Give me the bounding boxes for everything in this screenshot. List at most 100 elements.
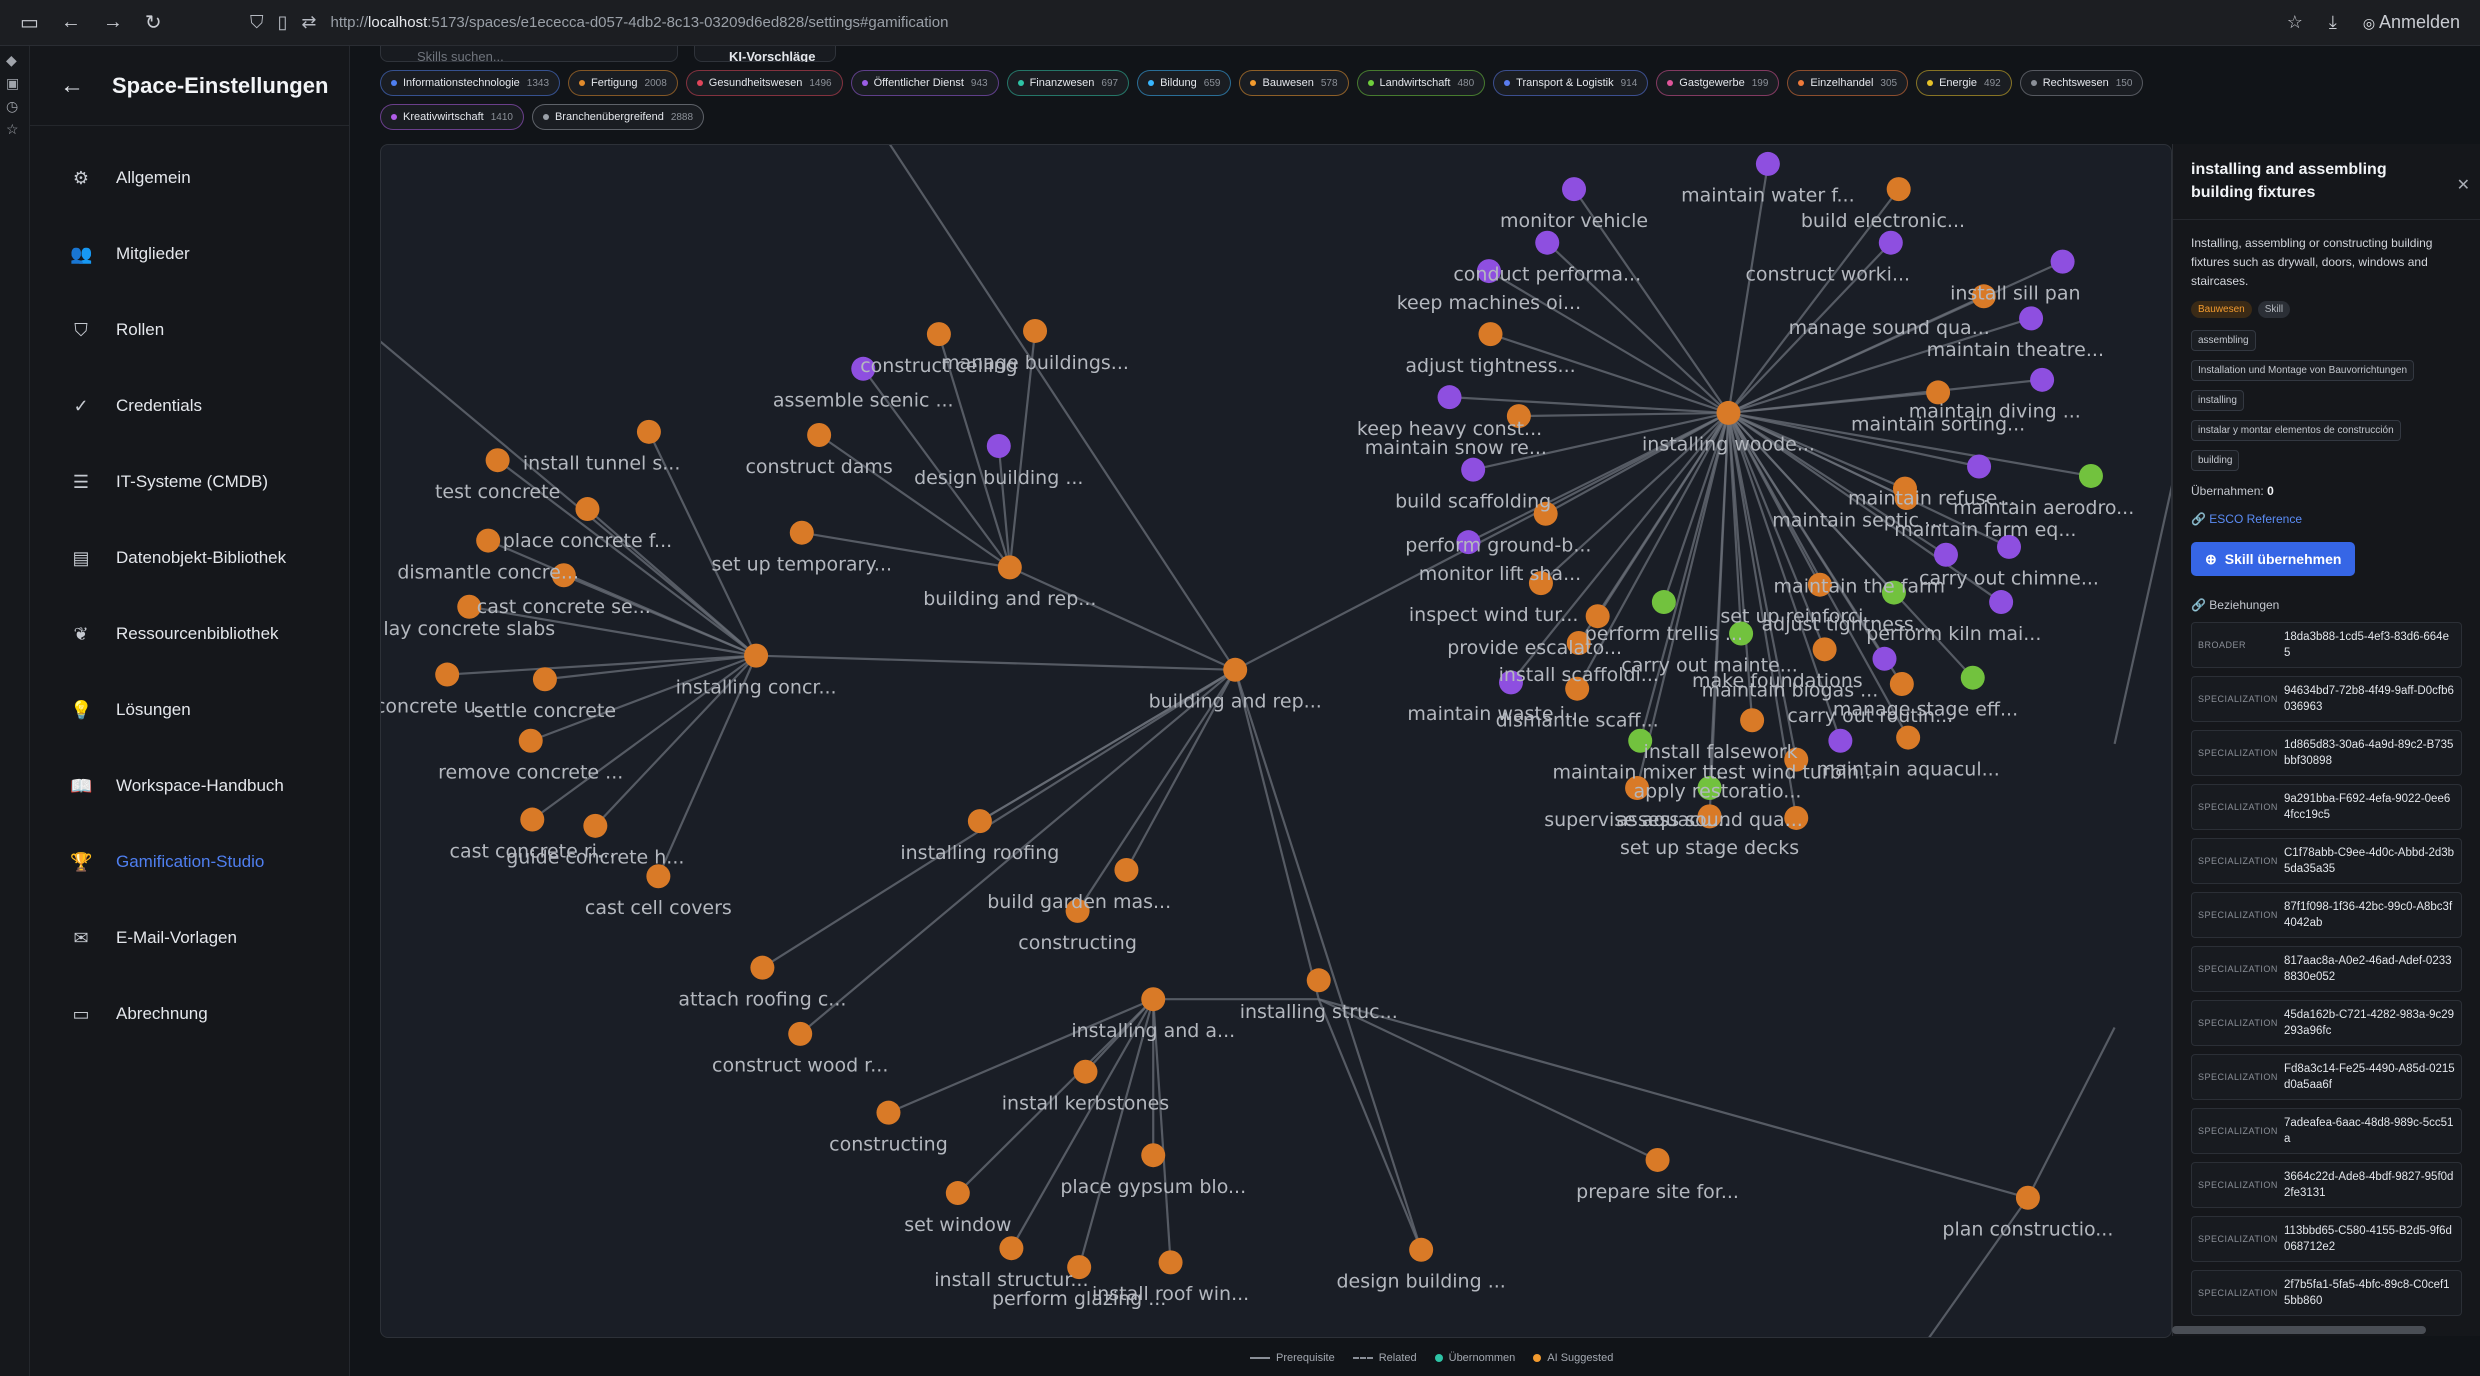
url-text[interactable]: http://localhost:5173/spaces/e1ececca-d0… <box>331 14 949 31</box>
skill-node[interactable] <box>999 1236 1024 1261</box>
skill-node[interactable] <box>518 728 543 753</box>
skill-node[interactable] <box>1872 646 1897 671</box>
category-chip[interactable]: Landwirtschaft 480 <box>1356 70 1486 96</box>
account-button[interactable]: ◎ Anmelden <box>2363 12 2460 33</box>
skill-node[interactable] <box>926 322 951 347</box>
skill-node[interactable] <box>1933 542 1958 567</box>
skill-node[interactable] <box>1967 454 1992 479</box>
skill-node[interactable] <box>744 643 769 668</box>
skill-node[interactable] <box>750 955 775 980</box>
skill-node[interactable] <box>1478 322 1503 347</box>
sidebar-item-ressourcenbibliothek[interactable]: ❦ Ressourcenbibliothek <box>30 596 349 672</box>
skill-node[interactable] <box>2015 1185 2040 1210</box>
skill-node[interactable] <box>1562 177 1587 202</box>
skill-node[interactable] <box>1535 230 1560 255</box>
relation-row[interactable]: SPECIALIZATION 87f1f098-1f36-42bc-99c0-A8… <box>2191 892 2462 938</box>
relation-row[interactable]: SPECIALIZATION 3664c22d-Ade8-4bdf-9827-95… <box>2191 1162 2462 1208</box>
skill-node[interactable] <box>476 528 501 553</box>
skill-node[interactable] <box>1409 1237 1434 1262</box>
skill-node[interactable] <box>1960 665 1985 690</box>
skill-node[interactable] <box>1223 657 1248 682</box>
category-chip[interactable]: Finanzwesen 697 <box>1006 70 1130 96</box>
skill-node[interactable] <box>1073 1059 1098 1084</box>
bookmark-star-icon[interactable]: ☆ <box>2287 12 2303 33</box>
skill-node[interactable] <box>1878 230 1903 255</box>
sidebar-item-it-systeme-cmdb-[interactable]: ☰ IT-Systeme (CMDB) <box>30 444 349 520</box>
category-chip[interactable]: Gastgewerbe 199 <box>1656 70 1780 96</box>
skill-node[interactable] <box>583 813 608 838</box>
relation-row[interactable]: SPECIALIZATION Fd8a3c14-Fe25-4490-A85d-02… <box>2191 1054 2462 1100</box>
skill-node[interactable] <box>2078 463 2103 488</box>
skill-node[interactable] <box>1114 857 1139 882</box>
category-chip[interactable]: Gesundheitswesen 1496 <box>685 70 843 96</box>
skill-node[interactable] <box>997 555 1022 580</box>
sidebar-item-allgemein[interactable]: ⚙ Allgemein <box>30 140 349 216</box>
ai-suggestions-button[interactable]: KI-Vorschläge <box>694 46 836 62</box>
skill-search-input[interactable]: Skills suchen... <box>380 46 678 62</box>
adopt-skill-button[interactable]: ⊕ Skill übernehmen <box>2191 542 2356 576</box>
skill-node[interactable] <box>1023 318 1048 343</box>
relation-row[interactable]: SPECIALIZATION 113bbd65-C580-4155-B2d5-9f… <box>2191 1216 2462 1262</box>
forward-arrow-icon[interactable]: → <box>103 11 123 34</box>
category-chip[interactable]: Bauwesen 578 <box>1239 70 1349 96</box>
sidebar-item-mitglieder[interactable]: 👥 Mitglieder <box>30 216 349 292</box>
skill-node[interactable] <box>1437 385 1462 410</box>
relation-row[interactable]: SPECIALIZATION 94634bd7-72b8-4f49-9aff-D0… <box>2191 676 2462 722</box>
skill-node[interactable] <box>532 667 557 692</box>
skill-node[interactable] <box>520 807 545 832</box>
skill-graph[interactable]: e...install tunnel s...test concreteplac… <box>381 145 2172 1338</box>
category-chip[interactable]: Informationstechnologie 1343 <box>380 70 561 96</box>
skill-node[interactable] <box>1141 1143 1166 1168</box>
skill-node[interactable] <box>2050 249 2075 274</box>
skill-node[interactable] <box>2030 367 2055 392</box>
skill-node[interactable] <box>1158 1250 1183 1275</box>
skill-node[interactable] <box>636 419 661 444</box>
relation-row[interactable]: SPECIALIZATION C1f78abb-C9ee-4d0c-Abbd-2d… <box>2191 838 2462 884</box>
category-chip[interactable]: Öffentlicher Dienst 943 <box>850 70 999 96</box>
category-chip[interactable]: Branchenübergreifend 2888 <box>531 104 705 130</box>
skill-node[interactable] <box>1989 590 2014 615</box>
sidebar-item-credentials[interactable]: ✓ Credentials <box>30 368 349 444</box>
skill-node[interactable] <box>876 1100 901 1125</box>
skill-node[interactable] <box>575 497 600 522</box>
skill-node[interactable] <box>435 662 460 687</box>
category-chip[interactable]: Einzelhandel 305 <box>1787 70 1909 96</box>
skill-graph-canvas[interactable]: e...install tunnel s...test concreteplac… <box>380 144 2172 1338</box>
skill-node[interactable] <box>1755 151 1780 176</box>
skill-node[interactable] <box>485 448 510 473</box>
relation-row[interactable]: BROADER 18da3b88-1cd5-4ef3-83d6-664e5 <box>2191 622 2462 668</box>
skill-node[interactable] <box>1740 708 1765 733</box>
close-icon[interactable]: ✕ <box>2457 174 2470 197</box>
skill-node[interactable] <box>1716 400 1741 425</box>
sidebar-toggle-icon[interactable]: ▭ <box>20 10 39 35</box>
sidebar-item-e-mail-vorlagen[interactable]: ✉ E-Mail-Vorlagen <box>30 900 349 976</box>
sidebar-item-abrechnung[interactable]: ▭ Abrechnung <box>30 976 349 1052</box>
address-bar[interactable]: ⛉ ▯ ⇄ http://localhost:5173/spaces/e1ece… <box>250 12 2287 33</box>
reload-icon[interactable]: ↻ <box>145 10 162 35</box>
skill-node[interactable] <box>789 520 814 545</box>
sidebar-item-rollen[interactable]: ⛉ Rollen <box>30 292 349 368</box>
skill-node[interactable] <box>807 422 832 447</box>
category-chip[interactable]: Kreativwirtschaft 1410 <box>380 104 524 130</box>
sidebar-item-lösungen[interactable]: 💡 Lösungen <box>30 672 349 748</box>
panel-scrollbar[interactable] <box>2172 1326 2426 1334</box>
skill-node[interactable] <box>1812 637 1837 662</box>
skill-node[interactable] <box>1886 177 1911 202</box>
skill-node[interactable] <box>1306 968 1331 993</box>
relation-row[interactable]: SPECIALIZATION 45da162b-C721-4282-983a-9c… <box>2191 1000 2462 1046</box>
download-icon[interactable]: ⤓ <box>2329 12 2337 33</box>
category-chip[interactable]: Transport & Logistik 914 <box>1493 70 1649 96</box>
relation-row[interactable]: SPECIALIZATION 9a291bba-F692-4efa-9022-0e… <box>2191 784 2462 830</box>
skill-node[interactable] <box>788 1021 813 1046</box>
category-chip[interactable]: Energie 492 <box>1916 70 2012 96</box>
sidebar-item-datenobjekt-bibliothek[interactable]: ▤ Datenobjekt-Bibliothek <box>30 520 349 596</box>
skill-node[interactable] <box>1896 725 1921 750</box>
skill-node[interactable] <box>967 809 992 834</box>
relation-row[interactable]: SPECIALIZATION 817aac8a-A0e2-46ad-Adef-02… <box>2191 946 2462 992</box>
sidebar-item-workspace-handbuch[interactable]: 📖 Workspace-Handbuch <box>30 748 349 824</box>
relation-row[interactable]: SPECIALIZATION 7adeafea-6aac-48d8-989c-5c… <box>2191 1108 2462 1154</box>
skill-node[interactable] <box>2019 306 2044 331</box>
skill-node[interactable] <box>1461 457 1486 482</box>
category-chip[interactable]: Rechtswesen 150 <box>2019 70 2144 96</box>
skill-node[interactable] <box>1651 590 1676 615</box>
